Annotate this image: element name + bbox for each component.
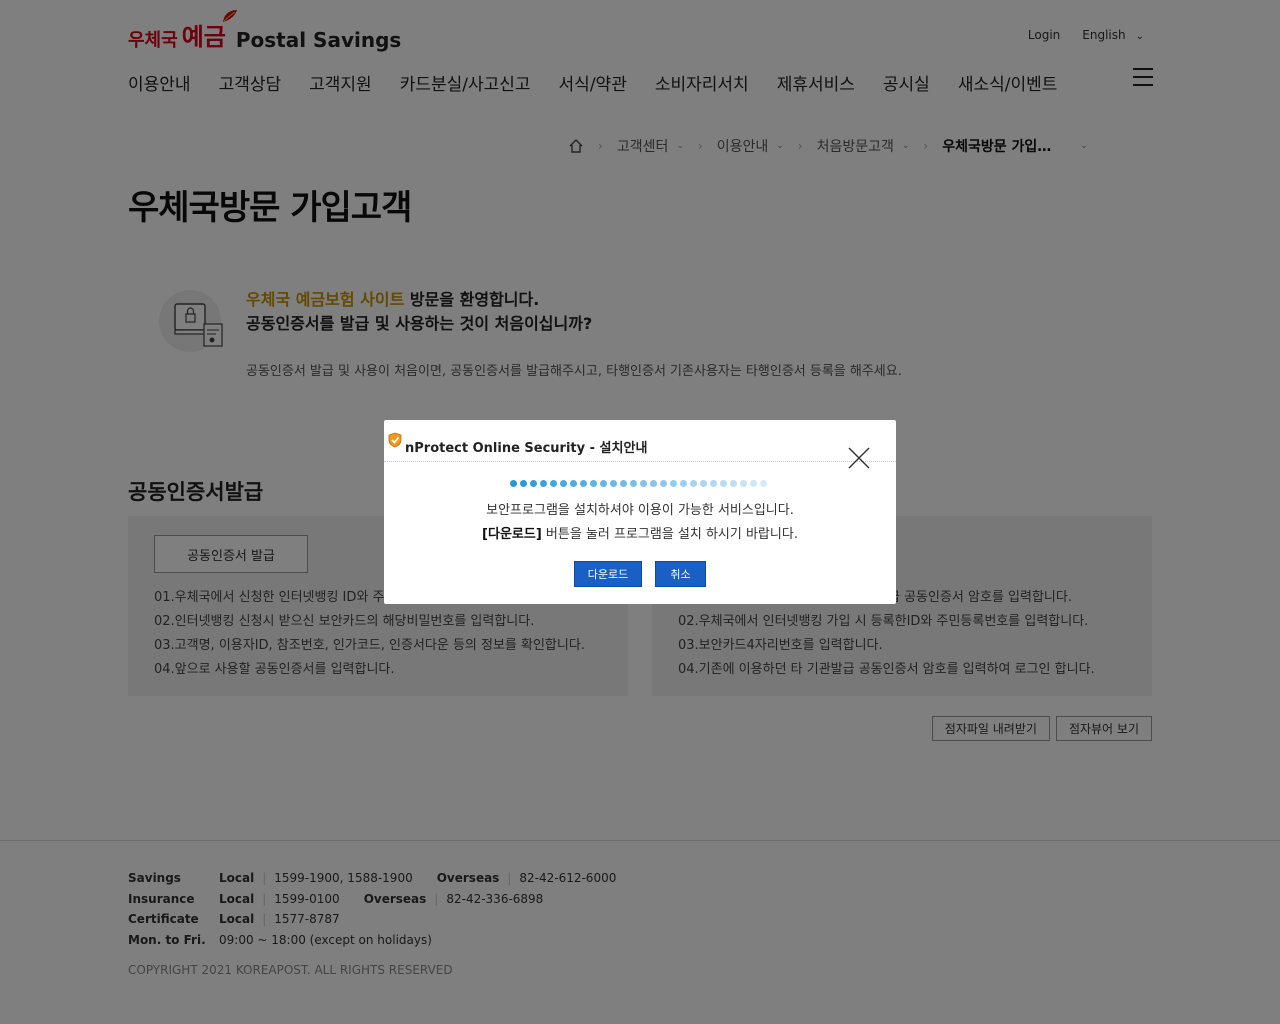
loading-dot (760, 480, 767, 487)
security-install-dialog: nProtect Online Security - 설치안내 보안프로그램을 … (384, 420, 896, 604)
loading-dot (610, 480, 617, 487)
loading-dot (640, 480, 647, 487)
loading-dot (540, 480, 547, 487)
loading-dot (570, 480, 577, 487)
loading-dot (690, 480, 697, 487)
loading-dot (580, 480, 587, 487)
dialog-message-bold: [다운로드] (482, 527, 542, 542)
loading-dot (710, 480, 717, 487)
loading-dot (730, 480, 737, 487)
loading-dot (680, 480, 687, 487)
loading-dot (720, 480, 727, 487)
dialog-buttons: 다운로드 취소 (384, 561, 896, 587)
dialog-message-rest: 버튼을 눌러 프로그램을 설치 하시기 바랍니다. (541, 527, 798, 542)
loading-dot (530, 480, 537, 487)
loading-dot (560, 480, 567, 487)
loading-dot (660, 480, 667, 487)
close-icon[interactable] (848, 447, 870, 469)
cancel-button[interactable]: 취소 (655, 561, 706, 587)
loading-dot (520, 480, 527, 487)
dialog-title: nProtect Online Security - 설치안내 (405, 441, 648, 456)
loading-dot (590, 480, 597, 487)
loading-dot (700, 480, 707, 487)
shield-icon (388, 432, 402, 448)
dialog-header: nProtect Online Security - 설치안내 (384, 420, 896, 469)
loading-dot (550, 480, 557, 487)
dialog-message-line1: 보안프로그램을 설치하셔야 이용이 가능한 서비스입니다. (486, 503, 794, 518)
loading-dot (650, 480, 657, 487)
dialog-message-line2: [다운로드] 버튼을 눌러 프로그램을 설치 하시기 바랍니다. (384, 523, 896, 542)
loading-dot (630, 480, 637, 487)
loading-dot (620, 480, 627, 487)
loading-dot (750, 480, 757, 487)
loading-dot (670, 480, 677, 487)
download-button[interactable]: 다운로드 (574, 561, 642, 587)
loading-indicator (510, 480, 767, 487)
loading-dot (740, 480, 747, 487)
loading-dot (510, 480, 517, 487)
loading-dot (600, 480, 607, 487)
